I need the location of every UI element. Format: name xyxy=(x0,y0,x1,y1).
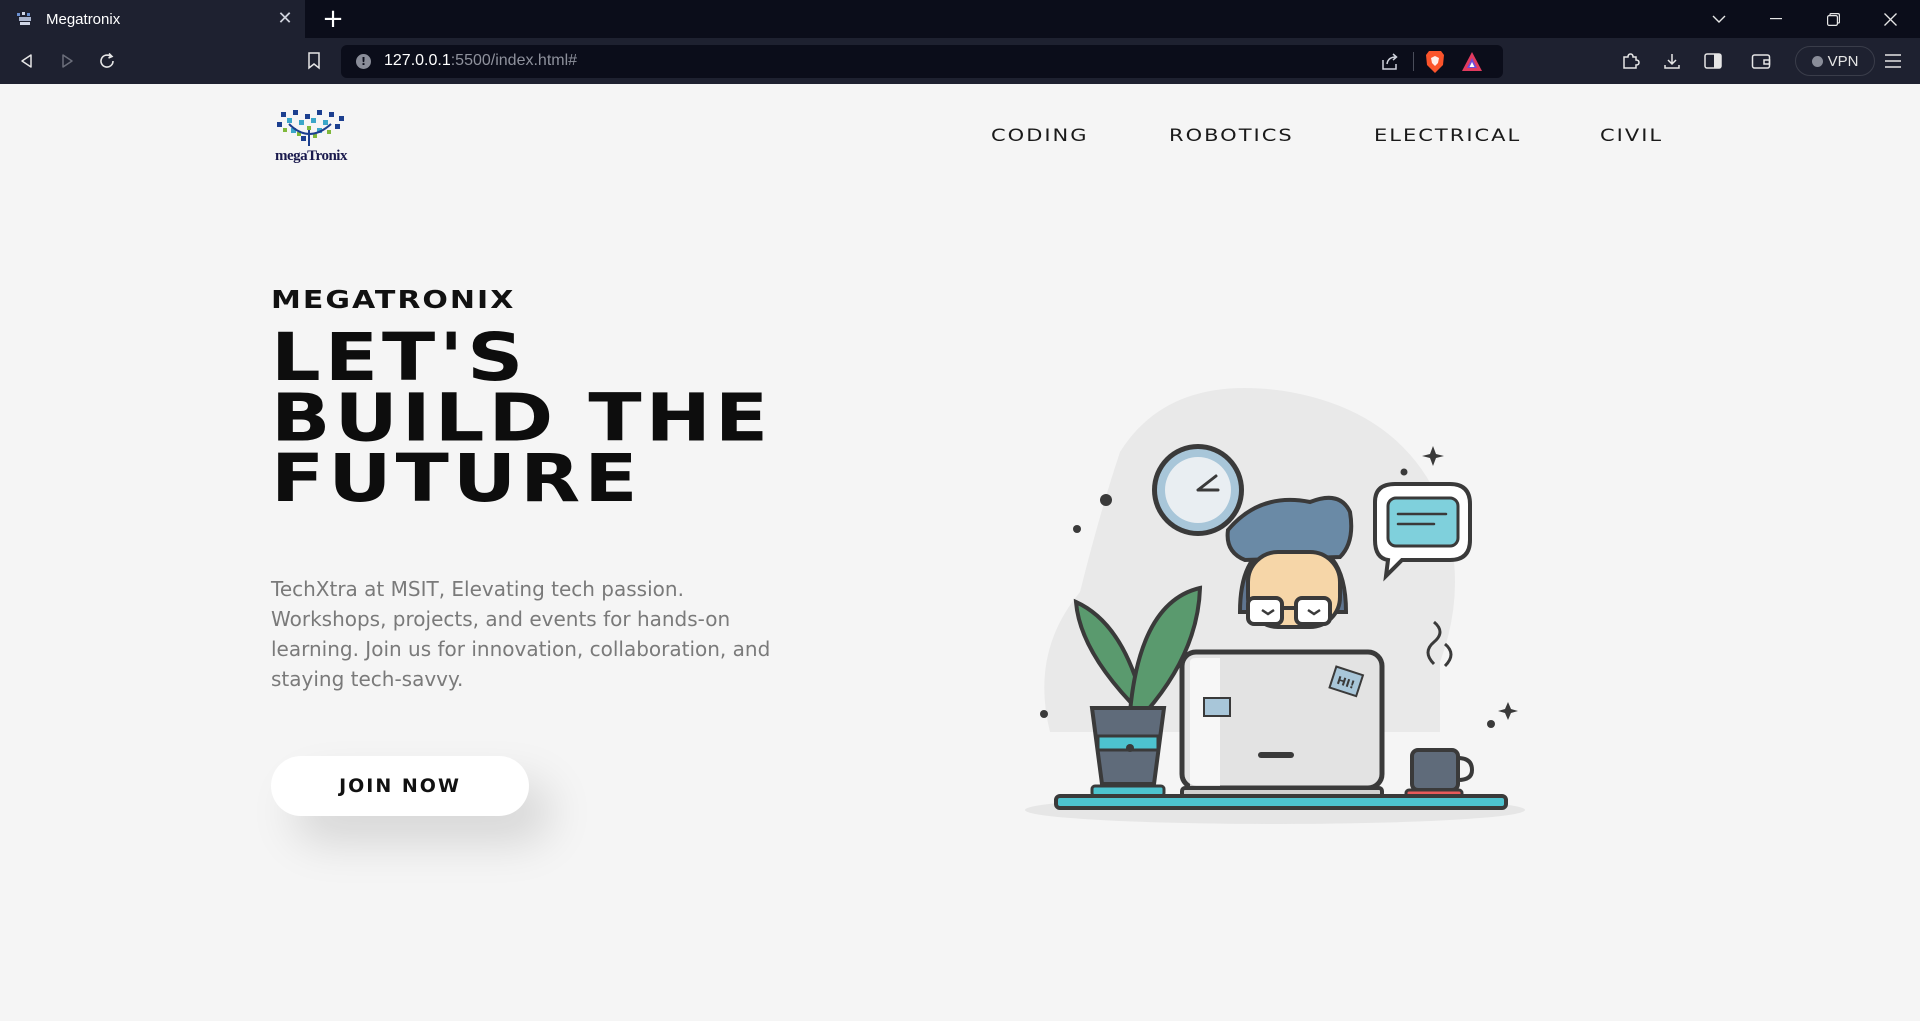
logo-circuit-mark xyxy=(277,110,344,146)
desk-surface xyxy=(1054,794,1508,810)
developer-at-laptop-illustration: HI! xyxy=(1020,352,1530,832)
megatronix-logo[interactable]: megaTronix xyxy=(271,110,351,168)
address-bar-divider xyxy=(1413,52,1414,71)
puzzle-icon[interactable] xyxy=(1618,48,1644,74)
brave-rewards-icon[interactable] xyxy=(1461,51,1483,72)
url-host: 127.0.0.1 xyxy=(384,52,451,69)
wallet-icon[interactable] xyxy=(1748,48,1774,74)
decor-dot xyxy=(1100,494,1112,506)
nav-link-robotics[interactable]: ROBOTICS xyxy=(1169,126,1294,145)
hero-title: LET'S BUILD THE FUTURE xyxy=(271,320,773,517)
site-favicon-icon xyxy=(16,11,34,27)
nav-link-electrical[interactable]: ELECTRICAL xyxy=(1374,126,1521,145)
sparkle-icon xyxy=(1498,702,1518,720)
bookmark-icon[interactable] xyxy=(299,46,329,76)
hero-kicker: MEGATRONIX xyxy=(271,286,516,315)
tab-list-chevron-down-icon[interactable] xyxy=(1696,0,1742,38)
decor-dot xyxy=(1073,525,1081,533)
site-info-icon[interactable]: ! xyxy=(356,54,371,69)
tab-title: Megatronix xyxy=(46,10,121,28)
browser-tab-megatronix[interactable]: Megatronix ✕ xyxy=(0,0,305,38)
sparkle-icon xyxy=(1422,446,1444,466)
forward-arrow-icon[interactable] xyxy=(52,46,82,76)
url-text[interactable]: 127.0.0.1:5500/index.html# xyxy=(384,52,577,70)
download-icon[interactable] xyxy=(1659,48,1685,74)
reload-icon[interactable] xyxy=(92,46,122,76)
decor-dot xyxy=(1400,468,1408,476)
decor-dot xyxy=(1487,720,1495,728)
new-tab-button[interactable]: + xyxy=(318,4,348,34)
decor-dot xyxy=(1040,710,1048,718)
nav-link-coding[interactable]: CODING xyxy=(991,126,1089,145)
join-now-button[interactable]: JOIN NOW xyxy=(271,756,529,816)
hamburger-menu-icon[interactable] xyxy=(1880,48,1906,74)
vpn-status-icon xyxy=(1811,55,1823,67)
share-icon[interactable] xyxy=(1379,51,1401,73)
vpn-button[interactable]: VPN xyxy=(1795,46,1875,76)
restore-icon[interactable] xyxy=(1810,0,1856,38)
url-path: :5500/index.html# xyxy=(450,52,578,69)
tab-close-icon[interactable]: ✕ xyxy=(273,7,297,31)
hero-description: TechXtra at MSIT, Elevating tech passion… xyxy=(271,577,771,691)
logo-wordmark: megaTronix xyxy=(275,148,347,164)
nav-link-civil[interactable]: CIVIL xyxy=(1600,126,1663,145)
browser-tab-strip: Megatronix ✕ + xyxy=(0,0,1920,38)
page-viewport: megaTronix CODING ROBOTICS ELECTRICAL CI… xyxy=(0,84,1920,1021)
back-arrow-icon[interactable] xyxy=(12,46,42,76)
wall-clock-icon xyxy=(1152,444,1244,536)
sidebar-icon[interactable] xyxy=(1700,48,1726,74)
laptop-icon: HI! xyxy=(1179,649,1385,800)
close-window-icon[interactable] xyxy=(1867,0,1913,38)
browser-toolbar: ! 127.0.0.1:5500/index.html# VPN xyxy=(0,38,1920,84)
vpn-label: VPN xyxy=(1827,52,1859,70)
minimize-icon[interactable] xyxy=(1753,0,1799,38)
brave-shields-icon[interactable] xyxy=(1424,50,1446,74)
address-bar[interactable]: ! 127.0.0.1:5500/index.html# xyxy=(341,45,1503,78)
